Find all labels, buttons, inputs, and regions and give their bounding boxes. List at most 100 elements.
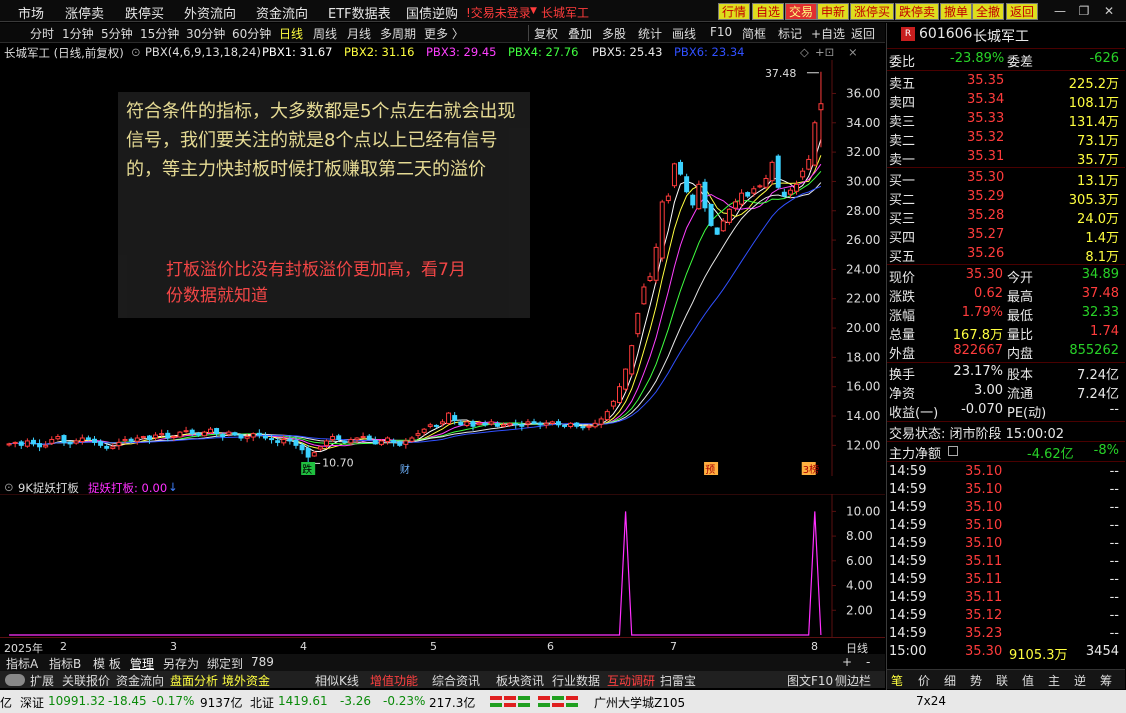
tab-chips[interactable]: 筹 xyxy=(1100,672,1112,689)
candle[interactable] xyxy=(665,195,671,202)
tick-row[interactable]: 14:59 35.10 -- xyxy=(887,535,1125,554)
candle[interactable] xyxy=(73,440,79,444)
candle[interactable] xyxy=(482,422,488,426)
bid-row[interactable]: 买一 35.30 13.1万 xyxy=(887,169,1125,189)
period-15min[interactable]: 15分钟 xyxy=(140,25,179,42)
candle[interactable] xyxy=(232,432,238,436)
candle[interactable] xyxy=(238,434,244,439)
candle[interactable] xyxy=(733,201,738,209)
period-more[interactable]: 更多 〉 xyxy=(424,25,464,42)
foreign-capital-button[interactable]: 境外资金 xyxy=(222,672,270,689)
candle[interactable] xyxy=(494,423,500,427)
expand-icon[interactable]: +⊡ xyxy=(815,45,834,59)
gear-icon[interactable]: ⊙ xyxy=(4,480,14,494)
candle[interactable] xyxy=(623,368,629,390)
candle[interactable] xyxy=(311,452,317,457)
period-multi[interactable]: 多周期 xyxy=(380,25,416,42)
candle[interactable] xyxy=(110,446,116,449)
candle[interactable] xyxy=(439,421,445,425)
candle[interactable] xyxy=(531,421,537,424)
tab-789[interactable]: 789 xyxy=(251,655,274,669)
candle[interactable] xyxy=(250,433,256,438)
candle[interactable] xyxy=(281,438,287,444)
candle[interactable] xyxy=(214,428,220,435)
candle[interactable] xyxy=(452,415,458,421)
tick-row[interactable]: 14:59 35.23 -- xyxy=(887,625,1125,644)
candle[interactable] xyxy=(92,438,97,443)
candle[interactable] xyxy=(751,188,757,194)
candle[interactable] xyxy=(537,422,543,426)
grid-icon[interactable] xyxy=(948,446,958,456)
candle[interactable] xyxy=(122,438,128,442)
bid-row[interactable]: 买四 35.27 1.4万 xyxy=(887,226,1125,246)
ask-row[interactable]: 卖五 35.35 225.2万 xyxy=(887,72,1125,92)
pbx-params[interactable]: PBX(4,6,9,13,18,24) xyxy=(145,45,261,59)
tick-row[interactable]: 14:59 35.10 -- xyxy=(887,481,1125,500)
bid-row[interactable]: 买三 35.28 24.0万 xyxy=(887,207,1125,227)
candle[interactable] xyxy=(629,345,635,375)
candle[interactable] xyxy=(501,424,506,427)
stats-row[interactable]: 现价 35.30 今开 34.89 xyxy=(887,266,1125,286)
candle[interactable] xyxy=(153,434,159,439)
menu-foreign-flow[interactable]: 外资流向 xyxy=(184,3,236,22)
candle[interactable] xyxy=(275,440,281,443)
candle[interactable] xyxy=(372,439,378,445)
chevron-down-icon[interactable]: ▼ xyxy=(530,6,537,16)
candle[interactable] xyxy=(195,433,201,436)
diamond-icon[interactable]: ◇ xyxy=(800,45,809,59)
tab-trend[interactable]: 势 xyxy=(970,672,982,689)
stock-name-link[interactable]: 长城军工 xyxy=(541,4,589,21)
value-added-button[interactable]: 增值功能 xyxy=(370,672,418,689)
candle[interactable] xyxy=(269,438,275,441)
candle[interactable] xyxy=(555,421,561,426)
menu-limit-up-sell[interactable]: 涨停卖 xyxy=(65,3,104,22)
candle[interactable] xyxy=(446,412,452,424)
candle[interactable] xyxy=(165,432,171,439)
candle[interactable] xyxy=(586,425,592,428)
tab-save-as[interactable]: 另存为 xyxy=(163,655,199,672)
limit-up-buy-button[interactable]: 涨停买 xyxy=(850,3,895,20)
candle[interactable] xyxy=(464,421,470,427)
tab-manage[interactable]: 管理 xyxy=(130,655,154,672)
candle[interactable] xyxy=(745,192,751,197)
tab-trades[interactable]: 笔 xyxy=(891,672,903,689)
event-marker[interactable]: 预 xyxy=(705,464,715,476)
stats-row[interactable]: 换手 23.17% 股本 7.24亿 xyxy=(887,363,1125,383)
candle[interactable] xyxy=(140,436,146,439)
add-watchlist-button[interactable]: +自选 xyxy=(811,25,845,42)
candle[interactable] xyxy=(79,437,85,442)
news-button[interactable]: 综合资讯 xyxy=(432,672,480,689)
tab-reverse[interactable]: 逆 xyxy=(1074,672,1086,689)
candle[interactable] xyxy=(427,424,433,427)
close-icon[interactable]: ✕ xyxy=(1100,2,1118,20)
candle[interactable] xyxy=(61,435,67,443)
candle[interactable] xyxy=(775,155,781,188)
overlay-button[interactable]: 叠加 xyxy=(568,25,592,42)
menu-limit-down-buy[interactable]: 跌停买 xyxy=(125,3,164,22)
adjust-button[interactable]: 复权 xyxy=(534,25,558,42)
zoom-in-icon[interactable]: + xyxy=(842,655,852,669)
cancel-all-button[interactable]: 全撤 xyxy=(972,3,1005,20)
candle[interactable] xyxy=(684,176,690,193)
candle[interactable] xyxy=(415,433,421,436)
event-marker[interactable]: 跌 xyxy=(302,463,312,476)
candle[interactable] xyxy=(317,446,323,450)
tick-row[interactable]: 14:59 35.11 -- xyxy=(887,553,1125,572)
candle[interactable] xyxy=(37,443,43,448)
candle[interactable] xyxy=(360,436,366,439)
stats-button[interactable]: 统计 xyxy=(638,25,662,42)
period-5min[interactable]: 5分钟 xyxy=(101,25,133,42)
tab-template[interactable]: 模 板 xyxy=(93,655,121,672)
candle[interactable] xyxy=(476,422,482,426)
menu-etf-table[interactable]: ETF数据表 xyxy=(328,3,391,22)
research-button[interactable]: 互动调研 xyxy=(607,672,655,689)
candle[interactable] xyxy=(470,421,476,427)
tick-row[interactable]: 15:00 35.30 9105.3万 3454 xyxy=(887,643,1125,663)
candle[interactable] xyxy=(397,441,403,446)
candle[interactable] xyxy=(287,438,293,442)
draw-line-button[interactable]: 画线 xyxy=(672,25,696,42)
ask-row[interactable]: 卖一 35.31 35.7万 xyxy=(887,148,1125,168)
mark-button[interactable]: 标记 xyxy=(778,25,802,42)
candle[interactable] xyxy=(12,441,18,444)
period-1min[interactable]: 1分钟 xyxy=(62,25,94,42)
